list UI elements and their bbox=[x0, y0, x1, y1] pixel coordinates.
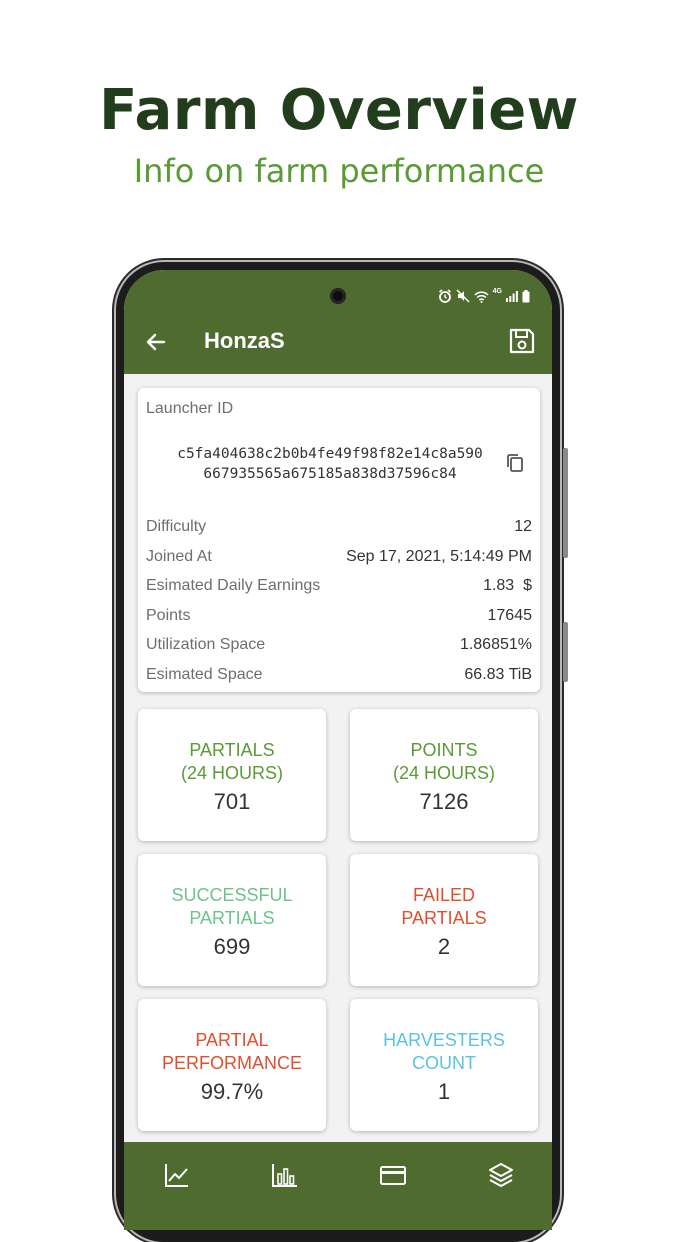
stat-label-line: PARTIAL bbox=[195, 1030, 269, 1050]
stat-label: PARTIAL PERFORMANCE bbox=[138, 1029, 326, 1075]
floppy-disk-icon bbox=[509, 328, 535, 354]
info-row-joined-at: Joined At Sep 17, 2021, 5:14:49 PM bbox=[146, 548, 532, 570]
mute-icon bbox=[456, 289, 470, 303]
front-camera bbox=[330, 288, 346, 304]
stat-label-line: (24 HOURS) bbox=[392, 763, 495, 783]
bar-chart-icon bbox=[272, 1164, 297, 1187]
info-label: Esimated Daily Earnings bbox=[146, 577, 321, 594]
phone-frame: 4G HonzaS Launcher ID c5fa404638c2b0b4fe… bbox=[116, 262, 568, 1242]
stat-label-line: PARTIALS bbox=[189, 908, 275, 928]
save-button[interactable] bbox=[506, 325, 538, 357]
stat-card-failed-partials[interactable]: FAILED PARTIALS 2 bbox=[350, 854, 538, 986]
nav-item-layers[interactable] bbox=[486, 1160, 516, 1190]
info-label: Difficulty bbox=[146, 518, 207, 535]
stat-label-line: SUCCESSFUL bbox=[171, 885, 293, 905]
stat-label: SUCCESSFUL PARTIALS bbox=[138, 884, 326, 930]
arrow-left-icon bbox=[146, 333, 166, 351]
stat-label-line: FAILED bbox=[412, 885, 476, 905]
stat-label: HARVESTERS COUNT bbox=[350, 1029, 538, 1075]
info-label: Points bbox=[146, 606, 191, 624]
launcher-id-line-2: 667935565a675185a838d37596c84 bbox=[203, 466, 457, 482]
nav-item-stats[interactable] bbox=[270, 1160, 300, 1190]
wifi-icon bbox=[474, 290, 489, 303]
info-value: 66.83 TiB bbox=[464, 665, 532, 683]
stat-label-line: COUNT bbox=[412, 1053, 476, 1073]
stat-card-partials-24h[interactable]: PARTIALS (24 HOURS) 701 bbox=[138, 709, 326, 841]
stat-label-line: POINTS bbox=[410, 740, 478, 760]
stat-value: 701 bbox=[213, 789, 251, 814]
stat-label-line: PARTIALS bbox=[189, 740, 275, 760]
launcher-id-label: Launcher ID bbox=[146, 400, 234, 417]
copy-button[interactable] bbox=[504, 452, 526, 474]
promo-subtitle: Info on farm performance bbox=[133, 152, 545, 190]
info-value: 12 bbox=[514, 518, 532, 535]
power-button bbox=[563, 622, 568, 682]
nav-item-payments[interactable] bbox=[378, 1160, 408, 1190]
stat-value: 2 bbox=[437, 934, 451, 959]
stat-label-line: PARTIALS bbox=[401, 908, 487, 928]
info-row-estimated-space: Esimated Space 66.83 TiB bbox=[146, 666, 532, 688]
bottom-navigation bbox=[124, 1142, 552, 1230]
info-row-daily-earnings: Esimated Daily Earnings 1.83 $ bbox=[146, 577, 532, 599]
launcher-id-value[interactable]: c5fa404638c2b0b4fe49f98f82e14c8a590 6679… bbox=[160, 444, 500, 484]
stat-label: POINTS (24 HOURS) bbox=[350, 739, 538, 785]
4g-icon: 4G bbox=[492, 288, 502, 295]
line-chart-icon bbox=[165, 1164, 188, 1187]
stat-value: 699 bbox=[213, 934, 251, 959]
volume-button bbox=[563, 448, 568, 558]
info-label: Esimated Space bbox=[146, 665, 263, 683]
battery-icon bbox=[522, 289, 530, 302]
farm-info-card: Launcher ID c5fa404638c2b0b4fe49f98f82e1… bbox=[138, 388, 540, 692]
stat-label: PARTIALS (24 HOURS) bbox=[138, 739, 326, 785]
signal-icon bbox=[506, 291, 518, 302]
info-label: Joined At bbox=[146, 547, 212, 565]
stat-card-points-24h[interactable]: POINTS (24 HOURS) 7126 bbox=[350, 709, 538, 841]
app-title: HonzaS bbox=[204, 328, 285, 353]
info-row-utilization-space: Utilization Space 1.86851% bbox=[146, 636, 532, 658]
stat-value: 7126 bbox=[419, 789, 469, 814]
stat-label: FAILED PARTIALS bbox=[350, 884, 538, 930]
stat-value: 99.7% bbox=[200, 1079, 264, 1104]
info-value: 1.83 $ bbox=[483, 577, 532, 594]
stat-card-successful-partials[interactable]: SUCCESSFUL PARTIALS 699 bbox=[138, 854, 326, 986]
info-row-difficulty: Difficulty 12 bbox=[146, 518, 532, 540]
stat-label-line: PERFORMANCE bbox=[161, 1053, 302, 1073]
info-value: 1.86851% bbox=[459, 636, 532, 653]
stat-card-partial-performance[interactable]: PARTIAL PERFORMANCE 99.7% bbox=[138, 999, 326, 1131]
info-value: Sep 17, 2021, 5:14:49 PM bbox=[346, 547, 532, 565]
wallet-card-icon bbox=[380, 1166, 406, 1185]
copy-icon bbox=[507, 454, 523, 472]
app-bar: 4G HonzaS bbox=[124, 270, 552, 374]
alarm-icon bbox=[438, 289, 451, 303]
info-label: Utilization Space bbox=[146, 636, 266, 653]
back-button[interactable] bbox=[140, 326, 172, 358]
stat-card-harvesters-count[interactable]: HARVESTERS COUNT 1 bbox=[350, 999, 538, 1131]
info-row-points: Points 17645 bbox=[146, 607, 532, 629]
app-screen: 4G HonzaS Launcher ID c5fa404638c2b0b4fe… bbox=[124, 270, 552, 1230]
status-bar: 4G bbox=[438, 287, 530, 305]
stat-label-line: (24 HOURS) bbox=[180, 763, 283, 783]
stat-label-line: HARVESTERS bbox=[383, 1030, 505, 1050]
launcher-id-line-1: c5fa404638c2b0b4fe49f98f82e14c8a590 bbox=[177, 446, 483, 462]
info-value: 17645 bbox=[487, 606, 533, 624]
nav-item-charts[interactable] bbox=[162, 1160, 192, 1190]
promo-title: Farm Overview bbox=[99, 78, 579, 143]
layers-icon bbox=[489, 1163, 513, 1187]
stat-value: 1 bbox=[437, 1079, 451, 1104]
